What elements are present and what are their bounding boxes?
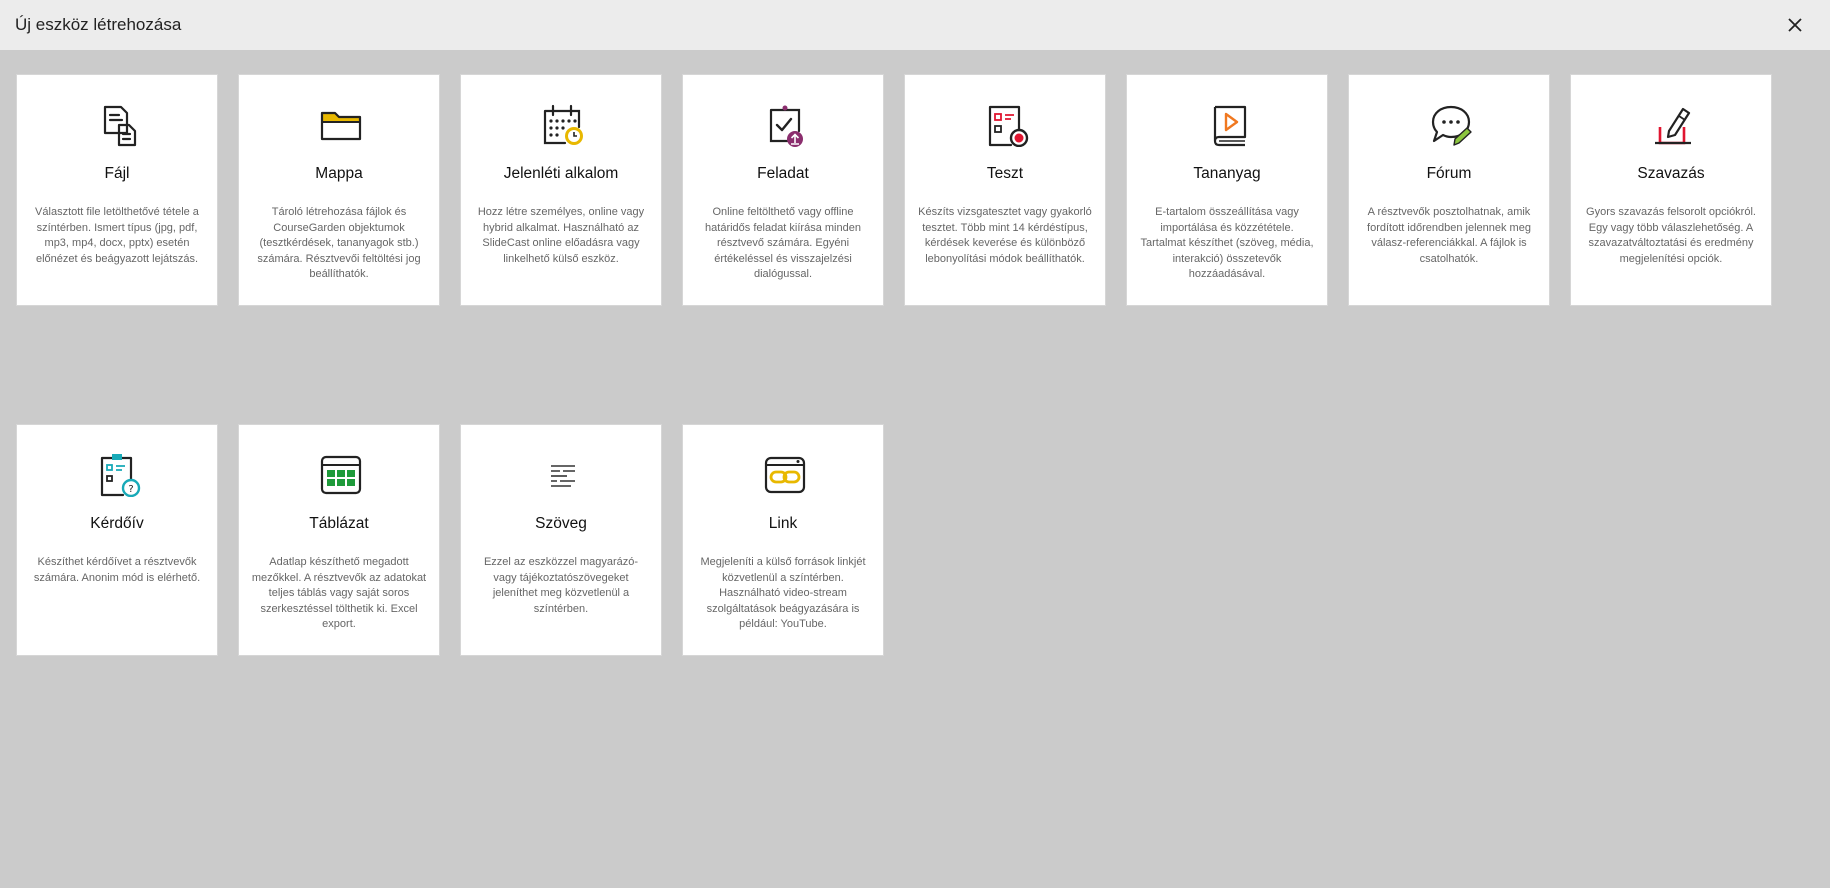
chat-bubble-icon bbox=[1429, 103, 1473, 147]
folder-icon bbox=[319, 103, 363, 147]
tool-name: Tananyag bbox=[1193, 165, 1261, 182]
tool-card-tananyag[interactable]: Tananyag E-tartalom összeállítása vagy i… bbox=[1126, 74, 1328, 306]
tool-name: Jelenléti alkalom bbox=[503, 165, 619, 182]
tool-description: Ezzel az eszközzel magyarázó- vagy tájék… bbox=[483, 556, 639, 615]
tool-card-tablazat[interactable]: Táblázat Adatlap készíthető megadott mez… bbox=[238, 424, 440, 656]
calendar-clock-icon bbox=[541, 103, 585, 147]
tool-name: Link bbox=[768, 515, 798, 532]
tool-name: Kérdőív bbox=[90, 515, 144, 532]
svg-text:?: ? bbox=[128, 484, 133, 495]
tool-card-szavazas[interactable]: Szavazás Gyors szavazás felsorolt opciók… bbox=[1570, 74, 1772, 306]
tool-card-szoveg[interactable]: Szöveg Ezzel az eszközzel magyarázó- vag… bbox=[460, 424, 662, 656]
tool-description: Tároló létrehozása fájlok és CourseGarde… bbox=[257, 206, 421, 280]
tool-description: Gyors szavazás felsorolt opciókról. Egy … bbox=[1586, 206, 1756, 265]
tool-name: Mappa bbox=[315, 165, 363, 182]
tool-card-link[interactable]: Link Megjeleníti a külső források linkjé… bbox=[682, 424, 884, 656]
test-icon bbox=[985, 103, 1029, 147]
tool-card-mappa[interactable]: Mappa Tároló létrehozása fájlok és Cours… bbox=[238, 74, 440, 306]
tool-name: Feladat bbox=[757, 165, 809, 182]
questionnaire-icon: ? bbox=[97, 453, 141, 497]
tool-description: Készíts vizsgatesztet vagy gyakorló tesz… bbox=[918, 206, 1092, 265]
tool-name: Fájl bbox=[104, 165, 130, 182]
close-icon bbox=[1788, 18, 1802, 32]
tool-name: Szavazás bbox=[1637, 165, 1705, 182]
tool-description: E-tartalom összeállítása vagy importálás… bbox=[1140, 206, 1314, 280]
dialog-header: Új eszköz létrehozása bbox=[0, 0, 1830, 50]
dialog-title: Új eszköz létrehozása bbox=[15, 15, 182, 34]
tool-card-kerdoiv[interactable]: ? Kérdőív Készíthet kérdőívet a résztvev… bbox=[16, 424, 218, 656]
task-upload-icon bbox=[763, 103, 807, 147]
link-window-icon bbox=[763, 453, 807, 497]
table-icon bbox=[319, 453, 363, 497]
tool-description: Online feltölthető vagy offline határidő… bbox=[705, 206, 861, 280]
tool-description: Készíthet kérdőívet a résztvevők számára… bbox=[33, 556, 201, 584]
tool-card-fajl[interactable]: Fájl Választott file letölthetővé tétele… bbox=[16, 74, 218, 306]
tool-description: Adatlap készíthető megadott mezőkkel. A … bbox=[251, 556, 427, 630]
tool-description: Választott file letölthetővé tétele a sz… bbox=[35, 206, 199, 265]
file-icon bbox=[97, 103, 141, 147]
tool-name: Szöveg bbox=[535, 515, 587, 532]
tool-name: Teszt bbox=[986, 165, 1024, 182]
tool-card-forum[interactable]: Fórum A résztvevők posztolhatnak, amik f… bbox=[1348, 74, 1550, 306]
tool-name: Fórum bbox=[1426, 165, 1472, 182]
book-play-icon bbox=[1207, 103, 1251, 147]
tool-description: Hozz létre személyes, online vagy hybrid… bbox=[477, 206, 645, 265]
tool-name: Táblázat bbox=[309, 515, 369, 532]
close-button[interactable] bbox=[1782, 12, 1808, 38]
tool-description: Megjeleníti a külső források linkjét köz… bbox=[700, 556, 866, 630]
tool-card-teszt[interactable]: Teszt Készíts vizsgatesztet vagy gyakorl… bbox=[904, 74, 1106, 306]
tool-description: A résztvevők posztolhatnak, amik fordíto… bbox=[1367, 206, 1531, 265]
ballot-box-icon bbox=[1651, 103, 1695, 147]
tool-card-jelenleti[interactable]: Jelenléti alkalom Hozz létre személyes, … bbox=[460, 74, 662, 306]
tool-card-feladat[interactable]: Feladat Online feltölthető vagy offline … bbox=[682, 74, 884, 306]
text-lines-icon bbox=[541, 453, 585, 497]
